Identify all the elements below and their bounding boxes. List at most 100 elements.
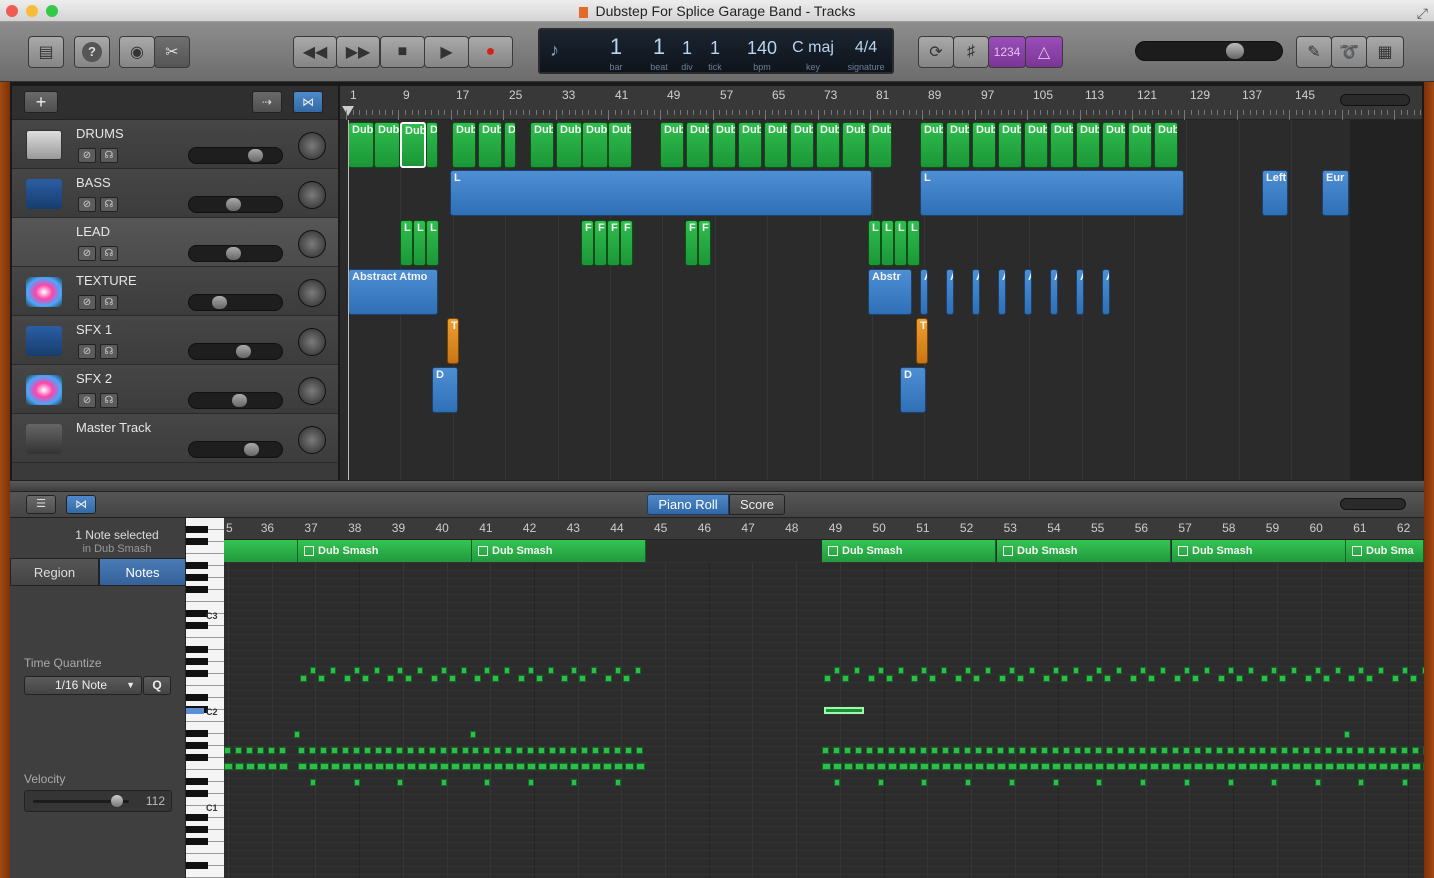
black-key[interactable] (186, 538, 208, 545)
midi-note[interactable] (1194, 747, 1201, 754)
midi-note[interactable] (570, 747, 578, 754)
track-volume-knob[interactable] (212, 296, 227, 309)
lead-region[interactable]: F (594, 220, 607, 266)
midi-note[interactable] (537, 747, 545, 754)
midi-note[interactable] (855, 763, 864, 770)
midi-note[interactable] (494, 747, 501, 754)
midi-note[interactable] (844, 747, 851, 754)
midi-note[interactable] (964, 763, 974, 770)
midi-note[interactable] (279, 747, 286, 754)
velocity-knob[interactable] (111, 795, 123, 807)
midi-note[interactable] (1072, 667, 1079, 674)
tracks-area[interactable]: 1 9 17 25 33 41 49 57 65 73 81 89 97 105 113 121 129 137 1… (340, 86, 1422, 480)
midi-note[interactable] (1237, 763, 1247, 770)
midi-note[interactable] (824, 675, 831, 682)
midi-note[interactable] (1292, 747, 1300, 754)
midi-note[interactable] (494, 763, 503, 770)
lead-region[interactable]: F (581, 220, 594, 266)
midi-note[interactable] (570, 763, 580, 770)
midi-note[interactable] (1042, 675, 1050, 682)
minimize-icon[interactable] (26, 5, 38, 17)
midi-note[interactable] (1411, 747, 1419, 754)
midi-note[interactable] (909, 763, 919, 770)
midi-note[interactable] (537, 763, 547, 770)
midi-note[interactable] (897, 667, 904, 674)
fullscreen-icon[interactable]: ⤢ (1417, 2, 1428, 24)
track-name[interactable]: TEXTURE (76, 273, 137, 288)
midi-note[interactable] (909, 747, 917, 754)
midi-note[interactable] (931, 763, 941, 770)
record-button[interactable]: ● (468, 36, 513, 68)
midi-note[interactable] (1261, 675, 1269, 682)
midi-note[interactable] (603, 763, 613, 770)
track-name[interactable]: BASS (76, 175, 111, 190)
texture-region[interactable]: Abstr (998, 269, 1006, 315)
midi-note[interactable] (920, 747, 928, 754)
midi-note[interactable] (1130, 675, 1138, 682)
midi-note[interactable] (1084, 747, 1092, 754)
midi-note[interactable] (331, 747, 338, 754)
midi-note[interactable] (571, 667, 578, 674)
drums-region[interactable]: Dub (478, 122, 502, 168)
midi-note[interactable] (1051, 763, 1061, 770)
midi-note[interactable] (1148, 675, 1156, 682)
midi-note[interactable] (975, 747, 983, 754)
midi-note[interactable] (1292, 763, 1302, 770)
midi-note[interactable] (1009, 779, 1015, 786)
tab-region[interactable]: Region (10, 558, 99, 586)
midi-note[interactable] (548, 747, 556, 754)
texture-region[interactable]: Abstr (1024, 269, 1032, 315)
midi-note[interactable] (636, 763, 646, 770)
master-volume-knob[interactable] (1226, 43, 1244, 59)
midi-note[interactable] (363, 747, 371, 754)
midi-note[interactable] (535, 675, 543, 682)
midi-note[interactable] (268, 747, 275, 754)
midi-note[interactable] (1409, 675, 1417, 682)
sfx1-region[interactable]: T (447, 318, 459, 364)
track-name[interactable]: SFX 1 (76, 322, 112, 337)
midi-note[interactable] (361, 675, 369, 682)
midi-note[interactable] (1019, 747, 1026, 754)
sfx2-region[interactable]: D (432, 367, 458, 413)
drums-region[interactable]: Dub (868, 122, 892, 168)
midi-note[interactable] (526, 763, 536, 770)
headphones-icon[interactable]: ☊ (100, 197, 118, 212)
track-name[interactable]: SFX 2 (76, 371, 112, 386)
midi-note[interactable] (833, 763, 842, 770)
midi-note[interactable] (268, 763, 277, 770)
midi-note[interactable] (1237, 747, 1245, 754)
midi-note[interactable] (965, 779, 972, 786)
midi-note[interactable] (603, 747, 611, 754)
midi-note[interactable] (484, 779, 490, 786)
midi-note[interactable] (625, 763, 635, 770)
midi-note[interactable] (341, 747, 349, 754)
track-volume-slider[interactable] (188, 245, 283, 262)
midi-note[interactable] (920, 763, 930, 770)
midi-note[interactable] (515, 747, 523, 754)
mute-button[interactable]: ⊘ (78, 295, 96, 310)
midi-note[interactable] (397, 667, 404, 674)
midi-note[interactable] (429, 763, 439, 770)
midi-note[interactable] (517, 675, 525, 682)
midi-note[interactable] (921, 779, 928, 786)
midi-note[interactable] (1281, 763, 1291, 770)
midi-note[interactable] (441, 779, 448, 786)
midi-note[interactable] (1368, 747, 1375, 754)
midi-note[interactable] (592, 763, 602, 770)
midi-note[interactable] (505, 763, 514, 770)
track-name[interactable]: LEAD (76, 224, 110, 239)
midi-note[interactable] (483, 763, 492, 770)
midi-note[interactable] (1172, 763, 1181, 770)
piano-roll-region[interactable]: Dub Smash (472, 540, 646, 562)
midi-note[interactable] (876, 763, 886, 770)
track-name[interactable]: Master Track (76, 420, 151, 435)
midi-note[interactable] (1030, 763, 1039, 770)
midi-note[interactable] (844, 763, 853, 770)
midi-note[interactable] (484, 667, 490, 674)
tab-notes[interactable]: Notes (99, 558, 186, 586)
midi-note[interactable] (877, 667, 884, 674)
drums-region[interactable]: Dub (608, 122, 632, 168)
midi-note[interactable] (1161, 763, 1171, 770)
midi-note[interactable] (1411, 763, 1421, 770)
midi-note[interactable] (1366, 675, 1373, 682)
